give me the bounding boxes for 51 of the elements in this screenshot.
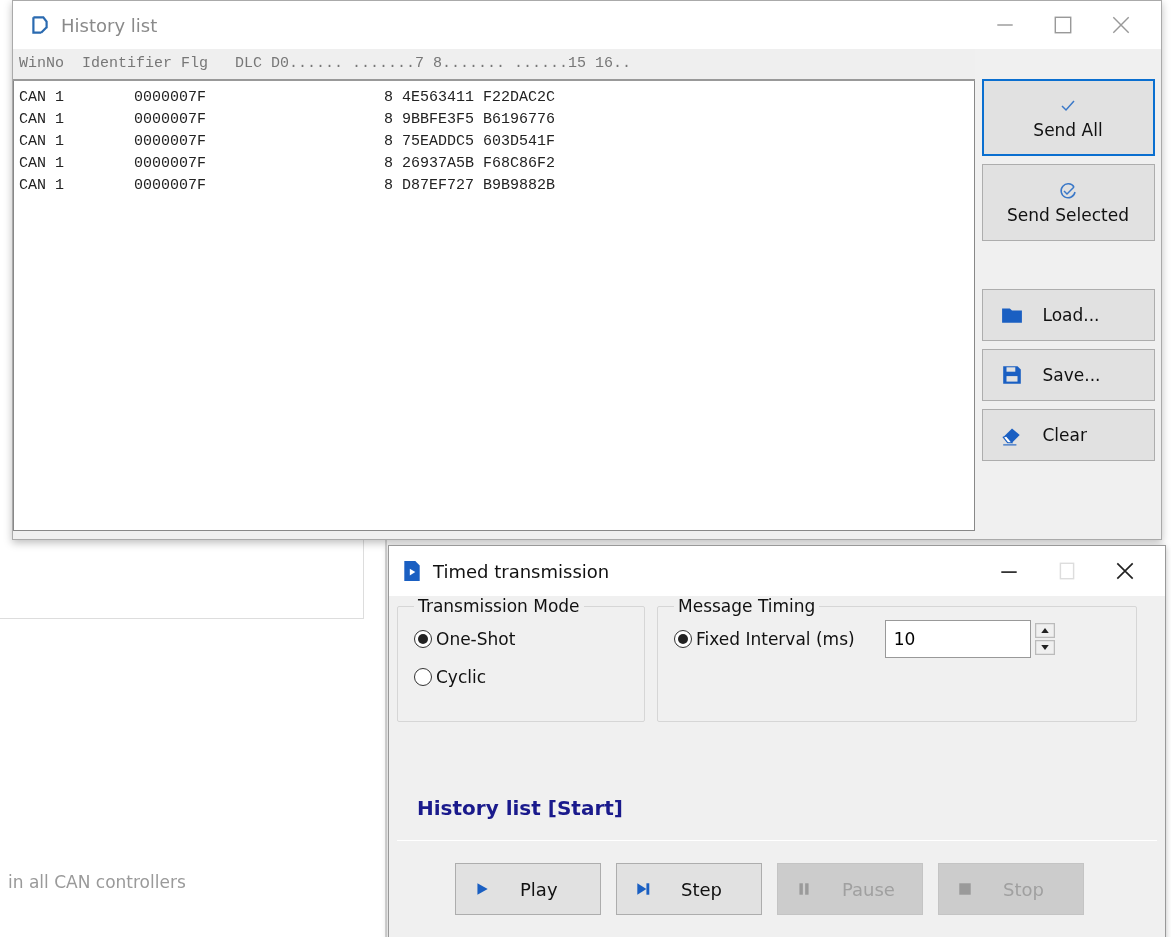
table-cell-text: 0000007F	[134, 132, 207, 152]
table-cell-text: 75EADDC5 603D541F	[402, 132, 556, 152]
play-icon	[474, 881, 490, 897]
radio-option[interactable]: Cyclic	[414, 658, 628, 696]
radio-button[interactable]	[674, 630, 692, 648]
load-button[interactable]: Load...	[981, 289, 1155, 341]
spin-up-button[interactable]	[1034, 622, 1055, 639]
table-cell-text: 9BBFE3F5 B6196776	[402, 110, 556, 130]
table-cell-text: CAN 1	[19, 154, 65, 174]
status-text: History list [Start]	[416, 796, 624, 820]
stop-icon	[957, 881, 973, 897]
hint-text: in all CAN controllers	[8, 872, 186, 892]
table-cell-text: 8	[383, 132, 393, 152]
table-cell-text: 4E563411 F22DAC2C	[402, 88, 556, 108]
group-label: Message Timing	[677, 596, 817, 616]
save-button[interactable]: Save...	[981, 349, 1155, 401]
step-icon	[635, 881, 651, 897]
table-cell-text: CAN 1	[19, 132, 65, 152]
step-button[interactable]: Step	[616, 863, 762, 915]
table-cell-text: 0000007F	[134, 88, 207, 108]
spin-down-button[interactable]	[1034, 639, 1055, 656]
column-header: WinNo Identifier Flg DLC D0...... .......7 8....... ......15 16..	[13, 49, 975, 81]
table-cell-text: 8	[383, 154, 393, 174]
radio-button[interactable]	[414, 630, 432, 648]
table-cell-text: CAN 1	[19, 88, 65, 108]
send-all-button[interactable]: Send All	[981, 79, 1155, 156]
clear-button[interactable]: Clear	[981, 409, 1155, 461]
table-cell-text: CAN 1	[19, 176, 65, 196]
table-cell-text: 0000007F	[134, 110, 207, 130]
table-cell-text: 0000007F	[134, 176, 207, 196]
table-cell-text: 0000007F	[134, 154, 207, 174]
send-selected-button[interactable]: Send Selected	[981, 164, 1155, 241]
table-cell-text: 8	[383, 176, 393, 196]
message-list[interactable]: CAN 1 0000007F 8 4E563411 F22DAC2C CAN 1 0000007F 8 9BBFE3F5 B6196776 CAN 1 0000007F 8 75EADDC5 603D541F CAN 1 0000007F 8 26937A5B F68C86F2 CAN 1 0000007F 8 D87EF727 B9B9882B	[13, 81, 975, 531]
pause-icon	[796, 881, 812, 897]
table-cell-text: 8	[383, 88, 393, 108]
radio-button[interactable]	[414, 668, 432, 686]
check-circle-icon	[1058, 180, 1078, 201]
table-cell-text: D87EF727 B9B9882B	[402, 176, 556, 196]
window-title: Timed transmission	[433, 560, 610, 582]
play-button[interactable]: Play	[455, 863, 601, 915]
document-icon	[401, 560, 423, 582]
table-cell-text: 8	[383, 110, 393, 130]
radio-option[interactable]: One-Shot	[414, 620, 628, 658]
document-icon	[29, 14, 51, 36]
table-cell-text: CAN 1	[19, 110, 65, 130]
window-title: History list	[61, 14, 158, 36]
radio-option[interactable]: Fixed Interval (ms)	[674, 620, 855, 658]
table-cell-text: 26937A5B F68C86F2	[402, 154, 556, 174]
interval-field[interactable]: 10	[884, 620, 1031, 658]
group-label: Transmission Mode	[417, 596, 581, 616]
